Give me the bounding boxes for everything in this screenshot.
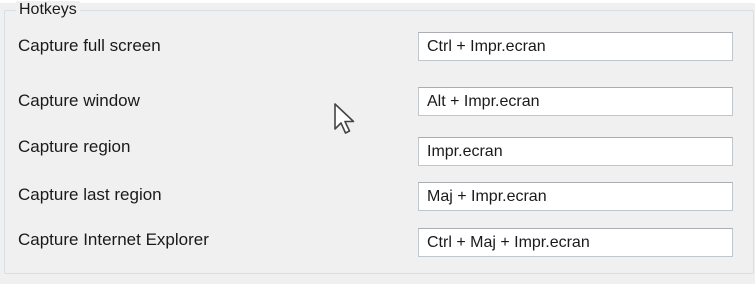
capture-region-hotkey-input[interactable] bbox=[418, 137, 733, 166]
capture-window-hotkey-input[interactable] bbox=[418, 87, 733, 116]
capture-internet-explorer-hotkey-input[interactable] bbox=[418, 228, 733, 257]
hotkey-row-internet-explorer: Capture Internet Explorer bbox=[0, 228, 755, 260]
capture-full-screen-label: Capture full screen bbox=[18, 36, 161, 55]
hotkey-row-region: Capture region bbox=[0, 137, 755, 169]
capture-window-label: Capture window bbox=[18, 91, 140, 110]
capture-full-screen-hotkey-input[interactable] bbox=[418, 32, 733, 61]
capture-region-label: Capture region bbox=[18, 137, 131, 156]
hotkey-row-window: Capture window bbox=[0, 87, 755, 119]
hotkey-row-last-region: Capture last region bbox=[0, 182, 755, 214]
capture-last-region-hotkey-input[interactable] bbox=[418, 182, 733, 211]
mouse-pointer-icon bbox=[334, 103, 355, 134]
hotkey-row-full-screen: Capture full screen bbox=[0, 32, 755, 64]
capture-internet-explorer-label: Capture Internet Explorer bbox=[18, 230, 209, 249]
capture-last-region-label: Capture last region bbox=[18, 185, 162, 204]
window-top-edge bbox=[0, 0, 755, 3]
hotkeys-group-title: Hotkeys bbox=[16, 1, 80, 19]
